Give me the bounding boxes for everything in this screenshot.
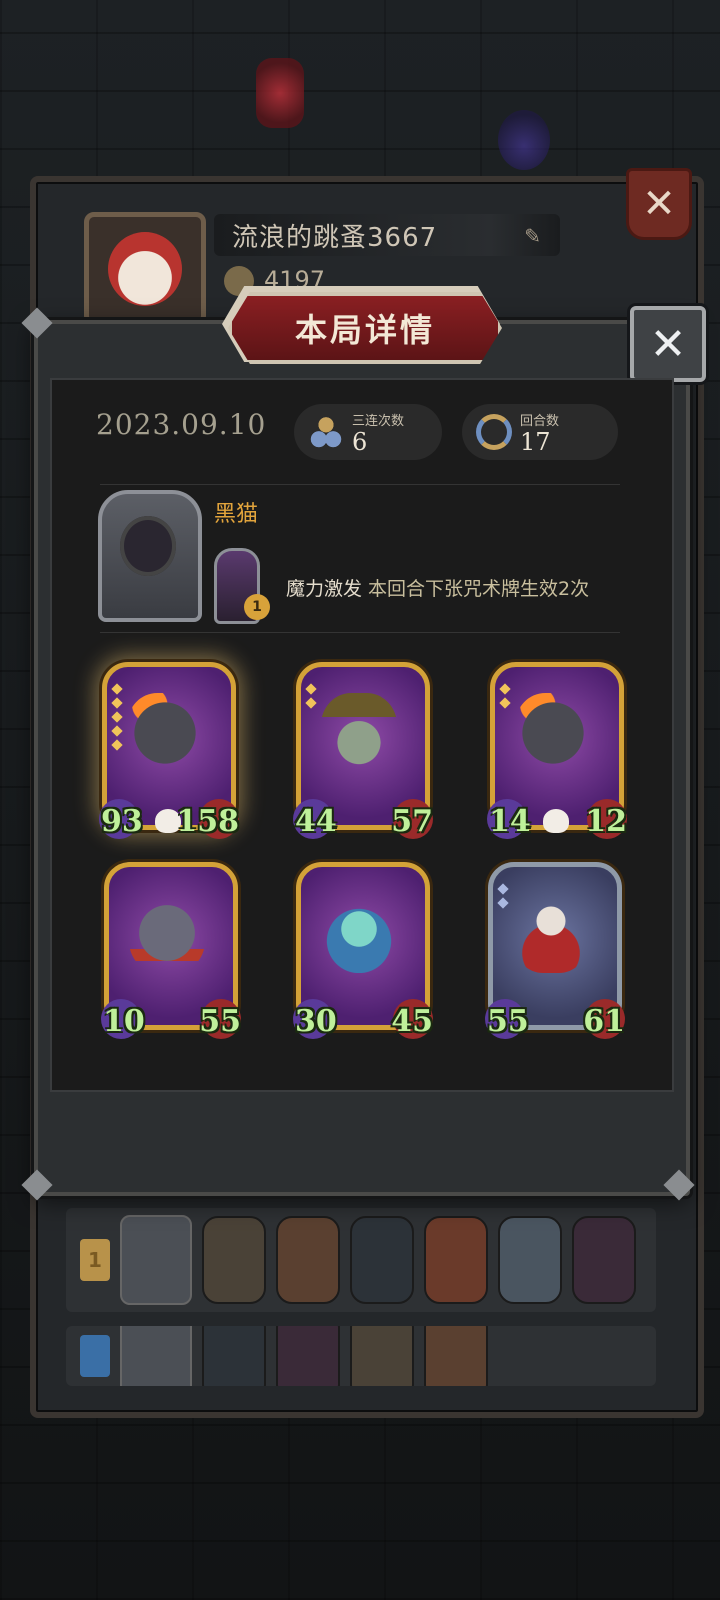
unit-art (515, 693, 591, 773)
unit-attack: 14 (489, 804, 531, 839)
skill-description: 本回合下张咒术牌生效2次 (368, 578, 590, 600)
round-arrows-icon (476, 414, 512, 450)
stat-value: 17 (520, 428, 551, 456)
card-thumbnail (202, 1326, 266, 1386)
star-pips (111, 683, 123, 755)
hero-name: 黑猫 (214, 502, 259, 527)
card-thumbnail (424, 1216, 488, 1304)
hero-skill-text: 魔力激发 本回合下张咒术牌生效2次 (286, 574, 589, 601)
unit-attack: 30 (295, 1004, 337, 1039)
player-avatar[interactable] (84, 212, 206, 326)
hero-thumbnail (120, 1215, 192, 1305)
match-date: 2023.09.10 (96, 408, 267, 441)
match-history-row[interactable] (66, 1326, 656, 1386)
unit-health: 158 (176, 804, 239, 839)
card-thumbnail (276, 1216, 340, 1304)
round-count-stat: 回合数 17 (462, 404, 618, 460)
card-thumbnail (572, 1216, 636, 1304)
unit-art (513, 893, 589, 973)
unit-art (129, 893, 205, 973)
avatar-face (108, 232, 182, 306)
unit-attack: 93 (101, 804, 143, 839)
triple-icon (308, 414, 344, 450)
unit-health: 45 (391, 1004, 433, 1039)
stat-label: 回合数 (520, 414, 560, 429)
modal-title: 本局详情 (294, 311, 435, 349)
rank-badge (80, 1335, 110, 1377)
unit-health: 12 (585, 804, 627, 839)
unit-attack: 10 (103, 1004, 145, 1039)
profile-close-button[interactable]: ✕ (626, 168, 692, 240)
unit-art (127, 693, 203, 773)
unit-card[interactable]: 14 12 (487, 662, 627, 839)
star-pips (305, 683, 317, 713)
card-thumbnail (202, 1216, 266, 1304)
unit-card[interactable]: 30 45 (293, 862, 433, 1039)
hero-portrait[interactable] (98, 490, 202, 622)
divider (100, 632, 620, 633)
unit-art (321, 693, 397, 773)
stat-value: 6 (352, 428, 368, 456)
card-thumbnail (424, 1326, 488, 1386)
modal-close-button[interactable]: ✕ (630, 306, 706, 382)
unit-health: 55 (199, 1004, 241, 1039)
unit-health: 61 (583, 1004, 625, 1039)
unit-art (321, 893, 397, 973)
card-thumbnail (498, 1216, 562, 1304)
stat-label: 三连次数 (352, 414, 405, 429)
star-pips (499, 683, 511, 713)
match-history-list: 1 (66, 1208, 656, 1400)
player-name: 流浪的跳蚤3667 (232, 222, 438, 253)
unit-card[interactable]: 93 158 (99, 662, 239, 839)
card-thumbnail (350, 1326, 414, 1386)
unit-card[interactable]: 10 55 (101, 862, 241, 1039)
skill-name: 魔力激发 (286, 578, 363, 600)
triple-count-stat: 三连次数 6 (294, 404, 442, 460)
unit-health: 57 (391, 804, 433, 839)
red-lantern (256, 58, 304, 128)
divider (100, 484, 620, 485)
unit-card[interactable]: 44 57 (293, 662, 433, 839)
hero-thumbnail (120, 1326, 192, 1386)
rank-badge: 1 (80, 1239, 110, 1281)
match-history-row[interactable]: 1 (66, 1208, 656, 1312)
edit-pencil-icon[interactable]: ✎ (524, 224, 542, 248)
unit-attack: 44 (295, 804, 337, 839)
card-thumbnail (276, 1326, 340, 1386)
modal-title-banner: 本局详情 (228, 292, 502, 364)
unit-card[interactable]: 55 61 (485, 862, 625, 1039)
card-thumbnail (350, 1216, 414, 1304)
star-pips (497, 883, 509, 913)
skill-level-badge: 1 (244, 594, 270, 620)
player-name-field[interactable]: 流浪的跳蚤3667 ✎ (214, 214, 560, 256)
purple-lantern (498, 110, 550, 170)
unit-attack: 55 (487, 1004, 529, 1039)
skull-icon (543, 809, 569, 833)
